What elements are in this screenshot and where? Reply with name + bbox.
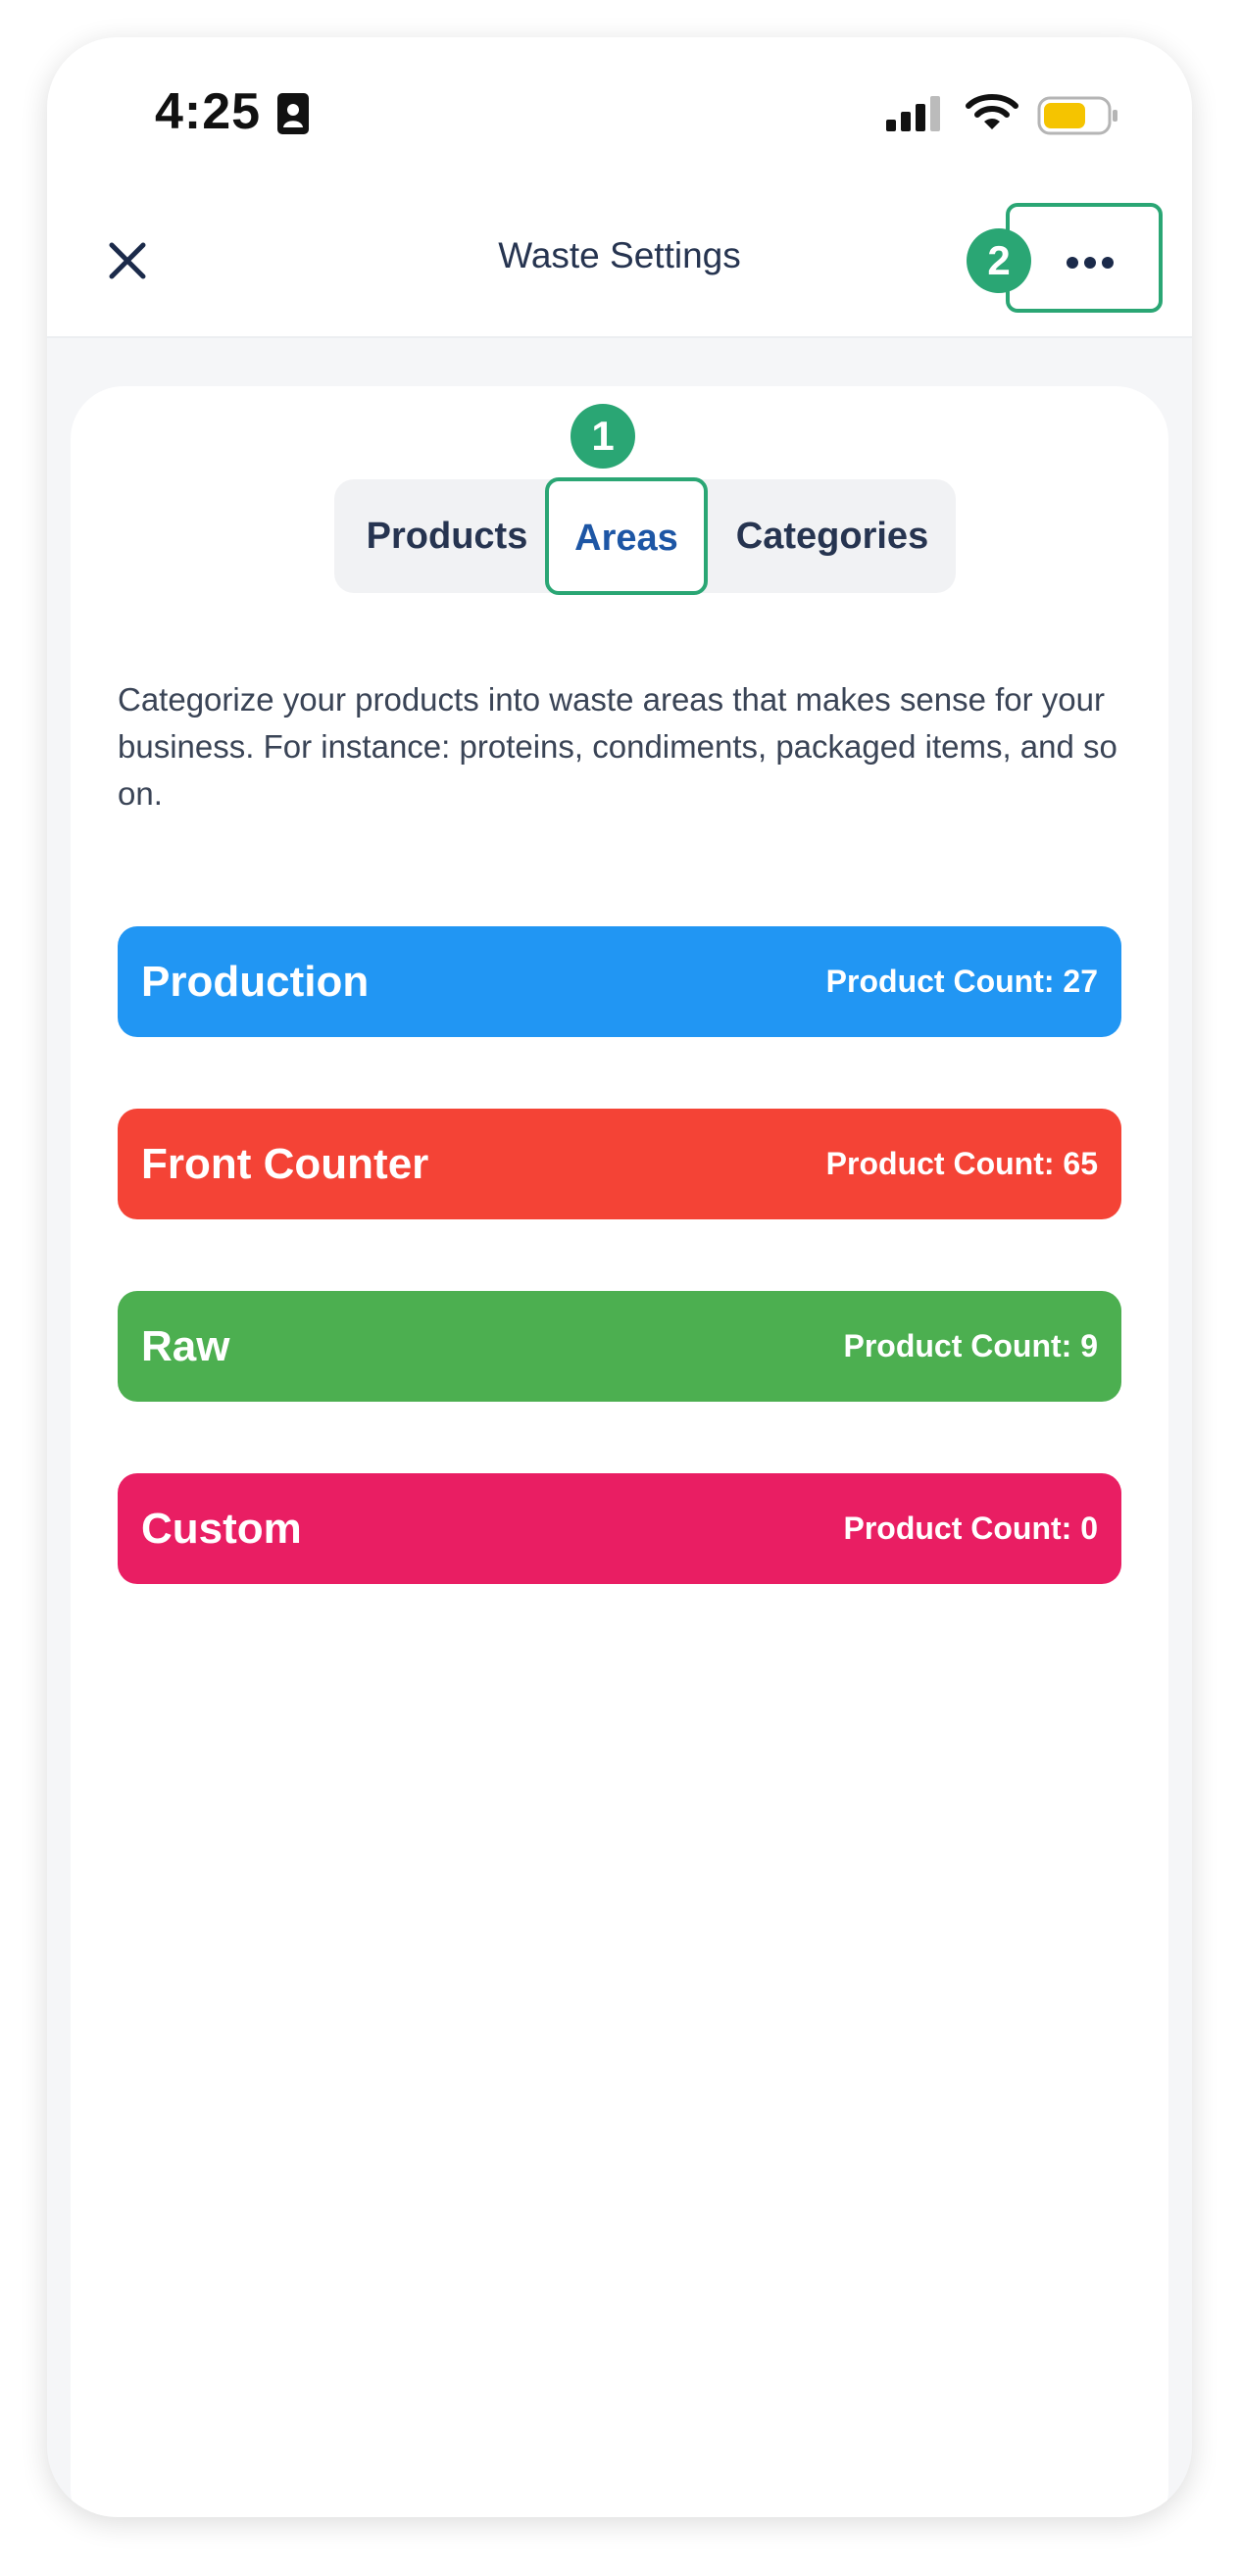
area-name: Raw — [141, 1322, 230, 1370]
tab-categories[interactable]: Categories — [719, 479, 946, 593]
area-row-front-counter[interactable]: Front Counter Product Count: 65 — [118, 1109, 1121, 1219]
area-name: Custom — [141, 1505, 302, 1553]
area-product-count: Product Count: 65 — [825, 1146, 1098, 1181]
annotation-marker-1: 1 — [571, 404, 635, 469]
area-product-count: Product Count: 9 — [843, 1328, 1098, 1363]
area-name: Front Counter — [141, 1140, 429, 1188]
area-product-count: Product Count: 27 — [825, 964, 1098, 999]
content-card: Products Areas Categories Categorize you… — [71, 386, 1168, 2517]
area-name: Production — [141, 958, 370, 1006]
battery-icon — [1037, 96, 1117, 135]
tab-areas[interactable]: Areas — [545, 477, 708, 595]
more-horizontal-icon — [1067, 257, 1114, 269]
status-time: 4:25 — [155, 83, 262, 140]
area-row-production[interactable]: Production Product Count: 27 — [118, 926, 1121, 1037]
area-row-raw[interactable]: Raw Product Count: 9 — [118, 1291, 1121, 1402]
areas-description: Categorize your products into waste area… — [118, 681, 1117, 812]
segmented-tabs: Products Areas Categories — [334, 477, 956, 595]
page: 4:25 Waste Settings 2 Products Areas Cat… — [0, 0, 1241, 2576]
cellular-signal-icon — [886, 96, 940, 131]
tab-products[interactable]: Products — [354, 479, 540, 593]
area-row-custom[interactable]: Custom Product Count: 0 — [118, 1473, 1121, 1584]
wifi-icon — [966, 94, 1018, 129]
phone-frame: 4:25 Waste Settings 2 Products Areas Cat… — [47, 37, 1192, 2517]
contact-card-icon — [277, 93, 309, 134]
annotation-marker-2: 2 — [967, 228, 1031, 293]
top-bar: 4:25 Waste Settings 2 — [47, 37, 1192, 338]
area-product-count: Product Count: 0 — [843, 1511, 1098, 1546]
